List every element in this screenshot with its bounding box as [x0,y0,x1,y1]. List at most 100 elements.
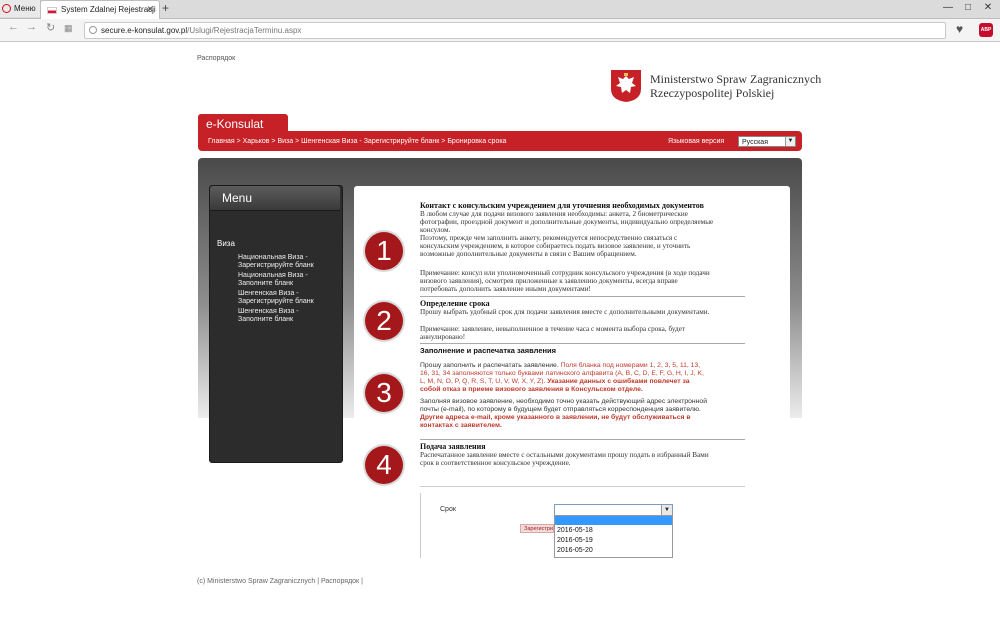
speed-dial-icon[interactable]: ▦ [64,23,73,34]
text-line: Прошу заполнить и распечатать заявление.… [420,362,750,370]
register-button[interactable]: Зарегистрировать [520,524,554,533]
dropdown-highlighted-option[interactable] [555,516,672,525]
sidebar-item-national-fill[interactable]: Национальная Виза - Заполните бланк [238,272,334,288]
ministry-name-line1: Ministerstwo Spraw Zagranicznych [650,72,822,86]
step-number-circle: 3 [365,374,403,412]
forward-icon[interactable]: → [26,21,37,33]
chevron-down-icon: ▼ [661,505,672,515]
sidebar-item-label: Национальная Виза - [238,254,308,261]
text-line: почты (e-mail), по которому в будущем бу… [420,406,701,413]
step1-text: В любом случае для подачи визового заявл… [420,210,760,258]
sidebar-item-national-register[interactable]: Национальная Виза - Зарегистрируйте блан… [238,254,334,270]
text-part: L, M, N, O, P, Q, R, S, T, U, V, W, X, Y… [420,378,548,385]
text-line: собой отказ в приеме визового заявления … [420,386,643,393]
text-line: контактах с заявителем. [420,422,502,429]
sidebar-item-label: Заполните бланк [238,316,294,323]
srok-option[interactable]: 2016-05-18 [557,527,593,534]
text-part: Поля бланка под номерами 1, 2, 3, 5, 11,… [560,362,701,369]
divider [420,343,745,344]
step3-paragraph2: Заполняя визовое заявление, необходимо т… [420,398,750,430]
form-border [420,493,421,558]
step3-paragraph1: Прошу заполнить и распечатать заявление.… [420,362,750,394]
chevron-down-icon: ▼ [785,137,795,146]
text-part: Прошу заполнить и распечатать заявление. [420,362,561,369]
sidebar-title: Menu [222,191,253,205]
browser-tab[interactable]: System Zdalnej Rejestracji ✕ [40,0,160,19]
step-number-circle: 1 [365,232,403,270]
tab-close-icon[interactable]: ✕ [146,1,154,18]
step3-title: Заполнение и распечатка заявления [420,346,557,355]
text-part: Указание данных с ошибками повлечет за [547,378,690,385]
sidebar [209,185,343,463]
opera-menu-button[interactable]: Меню [0,0,41,17]
text-line: Примечание: заявление, невыполненное в т… [420,325,685,333]
text-line: Другие адреса e-mail, кроме указанного в… [420,414,691,421]
divider [420,296,745,297]
step2-text: Прошу выбрать удобный срок для подачи за… [420,308,710,316]
ministry-name-line2: Rzeczypospolitej Polskiej [650,86,775,100]
step4-title: Подача заявления [420,442,486,451]
close-window-button[interactable]: ✕ [978,0,998,15]
sidebar-section-visa[interactable]: Виза [217,239,235,248]
text-line: Распечатанное заявление вместе с остальн… [420,451,709,459]
tab-title: System Zdalnej Rejestracji [61,5,156,14]
srok-option[interactable]: 2016-05-19 [557,537,593,544]
divider [420,486,745,487]
new-tab-button[interactable]: + [162,0,169,17]
text-line: возможные дополнительные документы в свя… [420,250,637,258]
sidebar-item-label: Шенгенская Виза - [238,308,299,315]
text-line: потребовать дополнить заявление иными до… [420,285,591,293]
sidebar-item-label: Зарегистрируйте бланк [238,298,314,305]
sidebar-item-label: Шенгенская Виза - [238,290,299,297]
text-line: срок в соответственное консульское учреж… [420,459,571,467]
step2-title: Определение срока [420,299,490,308]
step4-text: Распечатанное заявление вместе с остальн… [420,451,709,467]
breadcrumb[interactable]: Главная > Харьков > Виза > Шенгенская Ви… [208,138,506,145]
url-field[interactable]: secure.e-konsulat.gov.pl/Uslugi/Rejestra… [84,22,946,39]
step-number-circle: 4 [365,446,403,484]
step2-note: Примечание: заявление, невыполненное в т… [420,325,685,341]
heart-bookmark-icon[interactable]: ♥ [956,22,963,36]
text-line: фотографии, проездной документ и дополни… [420,218,714,226]
text-line: консулом. [420,226,451,234]
sidebar-item-schengen-register[interactable]: Шенгенская Виза - Зарегистрируйте бланк [238,290,334,306]
step1-note: Примечание: консул или уполномоченный со… [420,269,760,293]
language-value: Русская [742,139,768,146]
polish-eagle-emblem-icon [611,70,641,102]
adblock-plus-icon[interactable]: ABP [979,23,993,37]
sidebar-item-schengen-fill[interactable]: Шенгенская Виза - Заполните бланк [238,308,334,324]
divider [420,439,745,440]
globe-icon [89,26,97,34]
polish-flag-icon [47,7,57,14]
srok-option[interactable]: 2016-05-20 [557,547,593,554]
maximize-button[interactable]: □ [958,0,978,15]
text-line: аннулировано! [420,333,466,341]
language-label: Языковая версия [668,138,725,145]
sidebar-item-label: Зарегистрируйте бланк [238,262,314,269]
sidebar-header: Menu [210,186,340,211]
reload-icon[interactable]: ↻ [46,21,55,34]
sidebar-item-label: Национальная Виза - [238,272,308,279]
text-line: визового заявления), осмотрев приложенны… [420,277,678,285]
text-line: В любом случае для подачи визового заявл… [420,210,688,218]
opera-logo-icon [2,4,11,13]
text-line: 16, 31, 34 заполняются только буквами ла… [420,370,704,377]
srok-label: Срок [440,506,456,513]
url-domain: secure.e-konsulat.gov.pl [101,26,188,35]
step1-title: Контакт с консульским учреждением для ут… [420,201,704,210]
text-line: Поэтому, прежде чем заполнить анкету, ре… [420,234,678,242]
url-text: secure.e-konsulat.gov.pl/Uslugi/Rejestra… [101,23,301,38]
text-line: L, M, N, O, P, Q, R, S, T, U, V, W, X, Y… [420,378,750,386]
step-number-circle: 2 [365,302,403,340]
footer: (c) Ministerstwo Spraw Zagranicznych | Р… [197,578,363,585]
url-path: /Uslugi/RejestracjaTerminu.aspx [187,26,302,35]
menu-label: Меню [14,4,36,13]
text-line: консульским учреждением, в которое собир… [420,242,691,250]
text-line: Примечание: консул или уполномоченный со… [420,269,710,277]
rasporadok-link[interactable]: Распорядок [197,55,235,62]
sidebar-item-label: Заполните бланк [238,280,294,287]
back-icon[interactable]: ← [8,21,19,33]
minimize-button[interactable]: — [938,0,958,15]
text-line: Заполняя визовое заявление, необходимо т… [420,398,707,405]
language-select[interactable]: Русская ▼ [738,136,796,147]
